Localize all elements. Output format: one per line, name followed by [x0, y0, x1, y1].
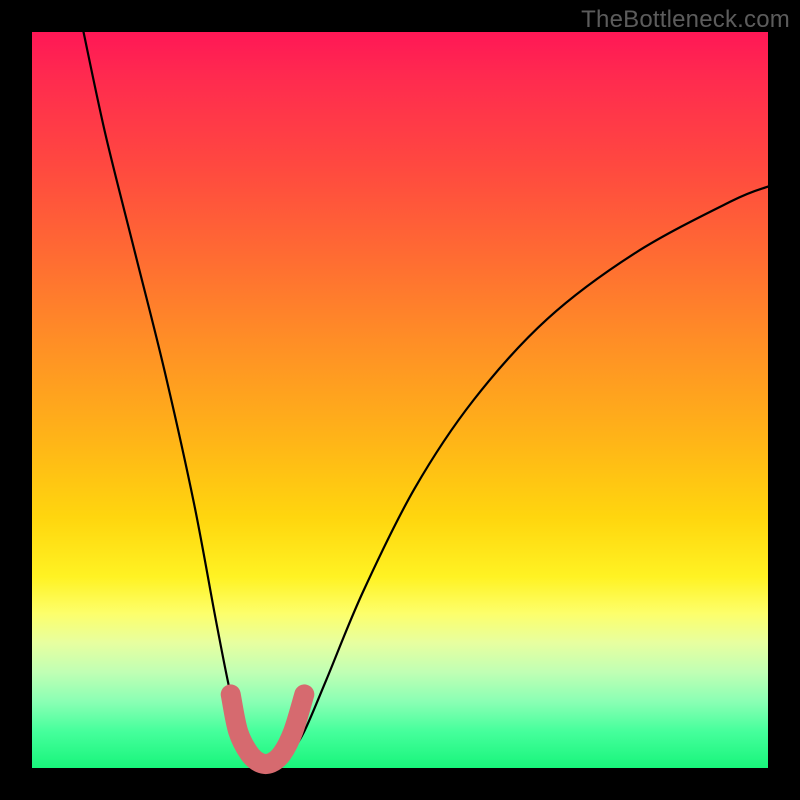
outer-frame: TheBottleneck.com — [0, 0, 800, 800]
highlight-dots — [223, 686, 313, 702]
chart-svg — [32, 32, 768, 768]
highlight-dot — [296, 686, 312, 702]
bottleneck-curve — [84, 32, 768, 766]
watermark-text: TheBottleneck.com — [581, 6, 790, 34]
highlight-line — [231, 694, 305, 764]
plot-area — [32, 32, 768, 768]
highlight-path — [231, 694, 305, 764]
highlight-dot — [223, 686, 239, 702]
curve-path — [84, 32, 768, 766]
